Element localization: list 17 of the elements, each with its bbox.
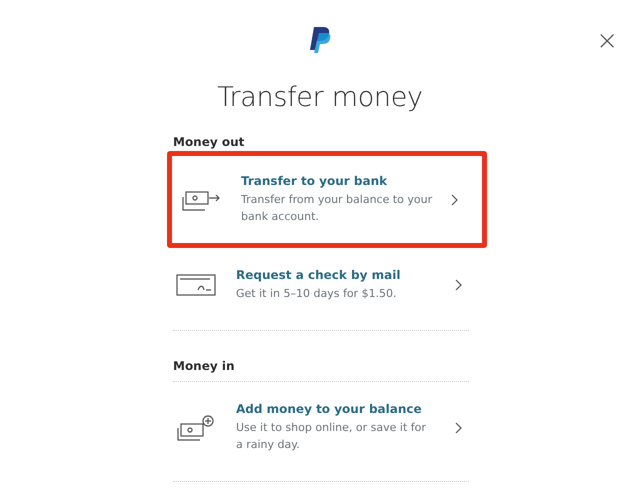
chevron-right-icon — [455, 279, 463, 291]
close-button[interactable]: × — [592, 28, 622, 54]
dialog-title: Transfer money — [217, 82, 423, 113]
option-description: Use it to shop online, or save it for a rainy day. — [236, 420, 427, 453]
option-title: Request a check by mail — [236, 268, 402, 282]
transfer-option[interactable]: Add money to your balance Use it to shop online, or save it for a rainy day. — [173, 382, 469, 482]
option-description: Transfer from your balance to your bank account. — [241, 192, 434, 225]
option-title: Transfer to your bank — [241, 174, 388, 188]
highlighted-option[interactable]: Transfer to your bank Transfer from your balance to your bank account. — [167, 151, 487, 248]
chevron-right-icon — [451, 194, 459, 206]
section-heading: Money in — [173, 359, 469, 382]
logo-icon — [307, 26, 333, 54]
transfer-option[interactable]: Request a check by mail Get it in 5–10 days for $1.50. — [173, 248, 469, 331]
option-title: Add money to your balance — [236, 402, 423, 416]
option-description: Get it in 5–10 days for $1.50. — [236, 286, 398, 302]
chevron-right-icon — [455, 422, 463, 434]
banknote-plus-icon — [176, 414, 216, 442]
